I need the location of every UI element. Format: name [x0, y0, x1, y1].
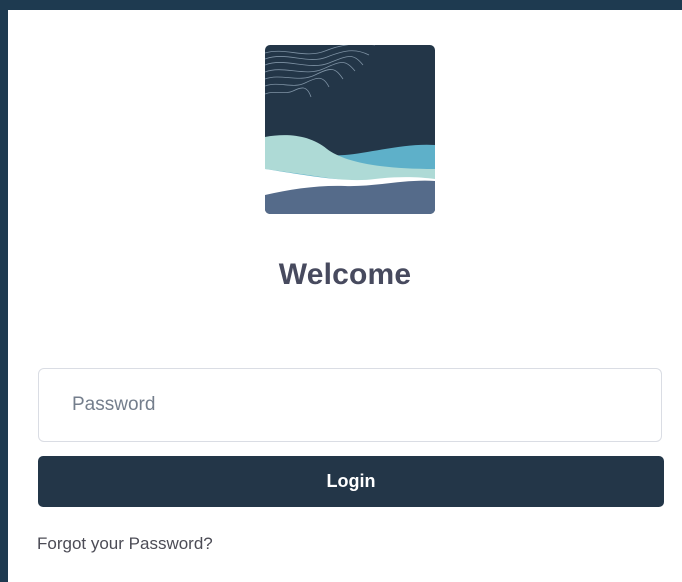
wave-landscape-logo-icon [265, 45, 435, 214]
forgot-password-link[interactable]: Forgot your Password? [37, 534, 213, 554]
login-card: Welcome Login Forgot your Password? [8, 10, 682, 582]
login-button[interactable]: Login [38, 456, 664, 507]
password-field[interactable] [38, 368, 662, 442]
page-title: Welcome [278, 258, 412, 291]
logo [265, 45, 435, 214]
